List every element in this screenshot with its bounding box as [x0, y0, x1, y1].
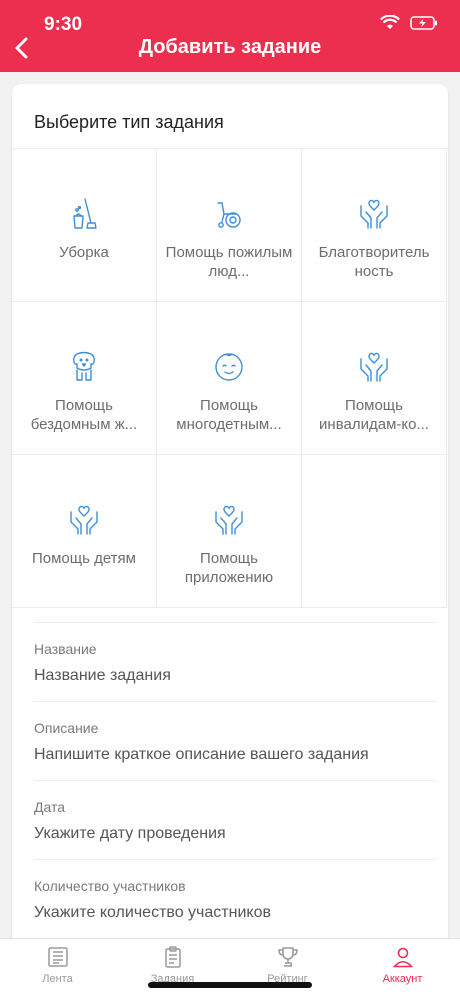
task-type-label: Помощь пожилым люд... [165, 244, 293, 280]
hands-heart-icon [215, 505, 243, 535]
clipboard-icon [164, 946, 181, 968]
wifi-icon [380, 15, 400, 29]
battery-charging-icon [410, 15, 437, 30]
description-input[interactable] [34, 746, 436, 764]
hands-heart-icon [70, 505, 98, 535]
section-title: Выберите тип задания [34, 112, 224, 132]
task-type-disabled[interactable]: Помощь инвалидам-ко... [302, 302, 447, 455]
task-type-elderly[interactable]: Помощь пожилым люд... [157, 149, 302, 302]
task-type-grid: Уборка Помощь пожилым люд... Благотворит… [12, 148, 448, 608]
dog-icon [73, 351, 95, 381]
task-type-label: Помощь многодетным... [176, 397, 282, 433]
tab-feed[interactable]: Лента [0, 939, 115, 996]
participants-field: Количество участников [34, 859, 436, 938]
task-type-label: Помощь инвалидам-ко... [319, 397, 429, 433]
task-type-app[interactable]: Помощь приложению [157, 455, 302, 608]
name-field: Название [34, 622, 436, 701]
broom-bucket-icon [73, 198, 97, 229]
hands-heart-icon [360, 352, 388, 382]
field-label: Название [34, 641, 97, 657]
date-field: Дата [34, 780, 436, 859]
task-type-label: Помощь приложению [184, 550, 274, 586]
wheelchair-icon [217, 202, 241, 228]
app-header: 9:30 Добавить задание [0, 0, 460, 72]
task-type-empty-cell [302, 455, 447, 608]
field-label: Количество участников [34, 878, 186, 894]
task-type-large-families[interactable]: Помощь многодетным... [157, 302, 302, 455]
task-type-label: Помощь бездомным ж... [30, 397, 138, 433]
name-input[interactable] [34, 667, 436, 685]
date-input[interactable] [34, 825, 436, 843]
tab-label: Лента [42, 973, 73, 985]
status-time: 9:30 [44, 14, 83, 35]
task-type-label: Уборка [59, 244, 109, 261]
tab-account[interactable]: Аккаунт [345, 939, 460, 996]
task-type-label: Помощь детям [31, 550, 136, 567]
newspaper-icon [47, 947, 68, 967]
task-type-label: Благотворитель ность [318, 244, 430, 280]
task-type-charity[interactable]: Благотворитель ность [302, 149, 447, 302]
description-field: Описание [34, 701, 436, 780]
baby-face-icon [215, 353, 243, 381]
status-icons [380, 15, 438, 30]
add-task-card: Выберите тип задания Уборка Помощь пожил… [12, 84, 448, 984]
user-icon [392, 947, 413, 968]
task-type-cleaning[interactable]: Уборка [12, 149, 157, 302]
trophy-icon [277, 947, 298, 967]
task-type-children[interactable]: Помощь детям [12, 455, 157, 608]
task-form: Название Описание Дата Количество участн… [34, 622, 436, 938]
home-indicator [148, 982, 312, 988]
task-type-homeless-animals[interactable]: Помощь бездомным ж... [12, 302, 157, 455]
hands-heart-icon [360, 199, 388, 229]
field-label: Описание [34, 720, 99, 736]
tab-label: Аккаунт [382, 973, 423, 985]
field-label: Дата [34, 799, 66, 815]
participants-input[interactable] [34, 904, 436, 922]
page-title: Добавить задание [138, 36, 322, 58]
